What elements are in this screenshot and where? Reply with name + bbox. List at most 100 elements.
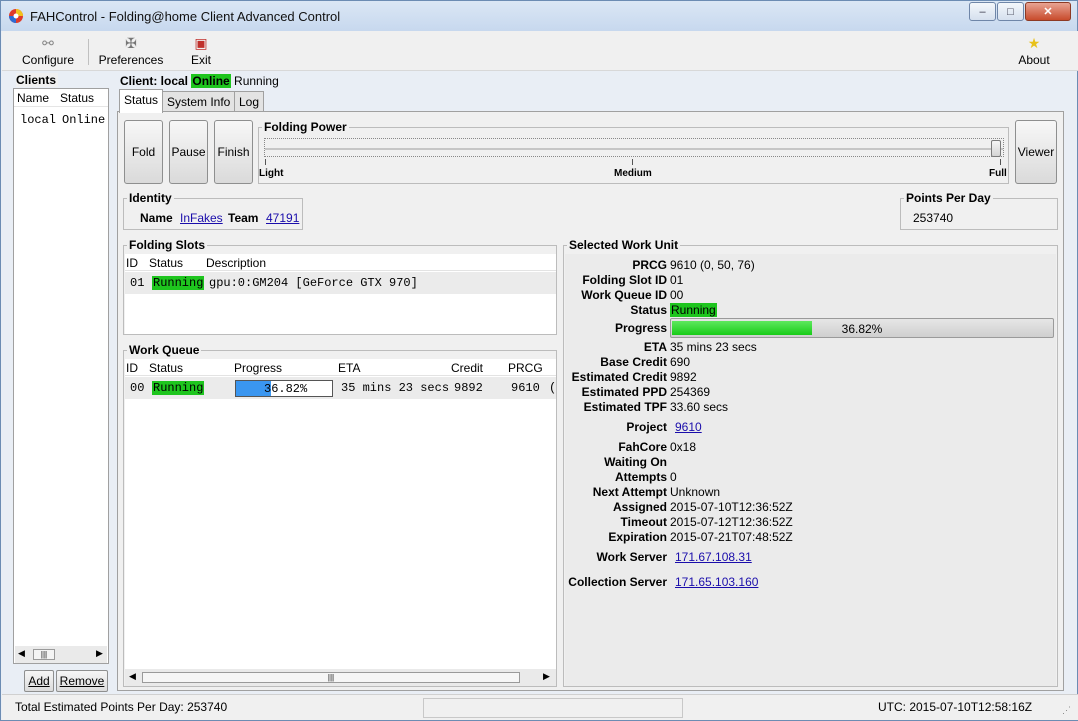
wq-status-badge: Running: [152, 381, 205, 395]
client-name: local: [20, 113, 57, 127]
wu-slot-label: Folding Slot ID: [582, 273, 667, 287]
slots-table[interactable]: ID Status Description 01 Running gpu:0:G…: [125, 254, 556, 334]
wq-col-id[interactable]: ID: [126, 361, 138, 375]
wu-project-link[interactable]: 9610: [675, 420, 702, 434]
fah-logo-icon: [9, 9, 23, 23]
identity-group: Identity Name InFakes Team 47191: [123, 191, 303, 230]
clients-hscrollbar[interactable]: ◀ ||| ▶: [15, 646, 107, 663]
folding-power-title: Folding Power: [262, 120, 349, 134]
finish-button[interactable]: Finish: [214, 120, 253, 184]
clients-title: Clients: [16, 73, 59, 87]
clients-pane: Clients Name Status local Online ◀ ||| ▶…: [12, 73, 110, 695]
work-queue-title: Work Queue: [127, 343, 202, 357]
wu-est-credit: 9892: [670, 370, 697, 384]
wq-col-eta[interactable]: ETA: [338, 361, 360, 375]
wu-eta-label: ETA: [643, 340, 667, 354]
slot-id: 01: [130, 276, 145, 290]
close-button[interactable]: ✕: [1025, 2, 1071, 21]
wq-hscrollbar[interactable]: ◀ ||| ▶: [125, 669, 556, 686]
status-bar: Total Estimated Points Per Day: 253740 U…: [2, 694, 1078, 720]
wu-title: Selected Work Unit: [567, 238, 681, 252]
tab-status[interactable]: Status: [119, 89, 164, 113]
work-queue-group: Work Queue ID Status Progress ETA Credit…: [123, 343, 557, 687]
wq-col-status[interactable]: Status: [149, 361, 183, 375]
window-title: FAHControl - Folding@home Client Advance…: [30, 9, 341, 24]
wu-base-credit-label: Base Credit: [600, 355, 667, 369]
wq-scroll-right-icon[interactable]: ▶: [543, 671, 550, 682]
about-button[interactable]: ★ About: [1014, 35, 1054, 69]
wu-est-tpf-label: Estimated TPF: [583, 400, 667, 414]
wu-work-server-link[interactable]: 171.67.108.31: [675, 550, 752, 564]
power-light-label: Light: [259, 168, 284, 179]
ppd-group: Points Per Day 253740: [900, 191, 1058, 230]
wu-status-label: Status: [630, 303, 667, 317]
title-bar[interactable]: FAHControl - Folding@home Client Advance…: [1, 1, 1077, 31]
col-name-header[interactable]: Name: [17, 91, 49, 105]
identity-team-label: Team: [228, 211, 259, 225]
wu-queue: 00: [670, 288, 684, 302]
client-status: Online: [62, 113, 106, 127]
maximize-button[interactable]: □: [997, 2, 1024, 21]
scroll-left-icon[interactable]: ◀: [18, 648, 25, 659]
tick-medium: [632, 159, 633, 165]
minimize-button[interactable]: ‒: [969, 2, 996, 21]
clients-header: Name Status: [14, 89, 108, 107]
fold-button[interactable]: Fold: [124, 120, 163, 184]
wu-fahcore: 0x18: [670, 440, 697, 454]
slots-col-status[interactable]: Status: [149, 256, 183, 270]
wu-slot: 01: [670, 273, 684, 287]
slots-col-id[interactable]: ID: [126, 256, 138, 270]
folding-power-slider[interactable]: [264, 138, 1004, 157]
client-row[interactable]: local Online: [14, 111, 108, 129]
identity-title: Identity: [127, 191, 174, 205]
slots-col-desc[interactable]: Description: [206, 256, 266, 270]
wu-timeout-label: Timeout: [620, 515, 667, 529]
slider-thumb[interactable]: [991, 140, 1001, 157]
wq-header: ID Status Progress ETA Credit PRCG: [125, 359, 556, 376]
wq-scroll-left-icon[interactable]: ◀: [129, 671, 136, 682]
resize-grip-icon[interactable]: ⋰: [1062, 705, 1071, 716]
wq-progress-text: 36.82%: [264, 382, 308, 396]
configure-button[interactable]: ⚯ Configure: [16, 35, 80, 69]
identity-team-link[interactable]: 47191: [266, 211, 299, 225]
work-queue-table[interactable]: ID Status Progress ETA Credit PRCG 00 Ru…: [125, 359, 556, 686]
power-full-label: Full: [989, 168, 1007, 179]
scroll-thumb[interactable]: |||: [33, 649, 55, 660]
utc-time-text: UTC: 2015-07-10T12:58:16Z: [878, 700, 1033, 714]
wu-collection-server-label: Collection Server: [568, 575, 667, 589]
col-status-header[interactable]: Status: [60, 91, 94, 105]
identity-name-link[interactable]: InFakes: [180, 211, 223, 225]
link-chain-icon: ⚯: [42, 35, 54, 51]
client-header: Client: local Online Running: [120, 74, 279, 88]
wq-col-credit[interactable]: Credit: [451, 361, 483, 375]
star-icon: ★: [1027, 35, 1041, 51]
exit-button[interactable]: ▣ Exit: [186, 35, 216, 69]
remove-client-button[interactable]: Remove: [56, 670, 108, 692]
client-prefix: Client: local: [120, 74, 189, 88]
selected-work-unit-group: Selected Work Unit PRCG 9610 (0, 50, 76)…: [563, 238, 1058, 687]
total-ppd-text: Total Estimated Points Per Day: 253740: [15, 700, 228, 714]
wu-attempts: 0: [670, 470, 677, 484]
wu-collection-server-link[interactable]: 171.65.103.160: [675, 575, 758, 589]
add-label: Add: [28, 674, 50, 688]
scroll-right-icon[interactable]: ▶: [96, 648, 103, 659]
pause-button[interactable]: Pause: [169, 120, 208, 184]
identity-name-label: Name: [140, 211, 173, 225]
preferences-button[interactable]: ✠ Preferences: [96, 35, 166, 69]
wu-next: Unknown: [670, 485, 721, 499]
wq-scroll-thumb[interactable]: |||: [142, 672, 520, 683]
wu-expiration-label: Expiration: [608, 530, 667, 544]
add-client-button[interactable]: Add: [24, 670, 54, 692]
tick-light: [265, 159, 266, 165]
wq-col-progress[interactable]: Progress: [234, 361, 282, 375]
slot-status-badge: Running: [152, 276, 205, 290]
slot-row[interactable]: 01 Running gpu:0:GM204 [GeForce GTX 970]: [125, 272, 556, 294]
wu-assigned: 2015-07-10T12:36:52Z: [670, 500, 793, 514]
wu-project-label: Project: [626, 420, 667, 434]
tick-full: [1000, 159, 1001, 165]
tab-system-info[interactable]: System Info: [162, 91, 236, 112]
clients-list[interactable]: Name Status local Online ◀ ||| ▶: [13, 88, 109, 664]
wq-row[interactable]: 00 Running 36.82% 35 mins 23 secs 9892 9…: [125, 377, 556, 399]
viewer-button[interactable]: Viewer: [1015, 120, 1057, 184]
tab-log[interactable]: Log: [234, 91, 265, 112]
